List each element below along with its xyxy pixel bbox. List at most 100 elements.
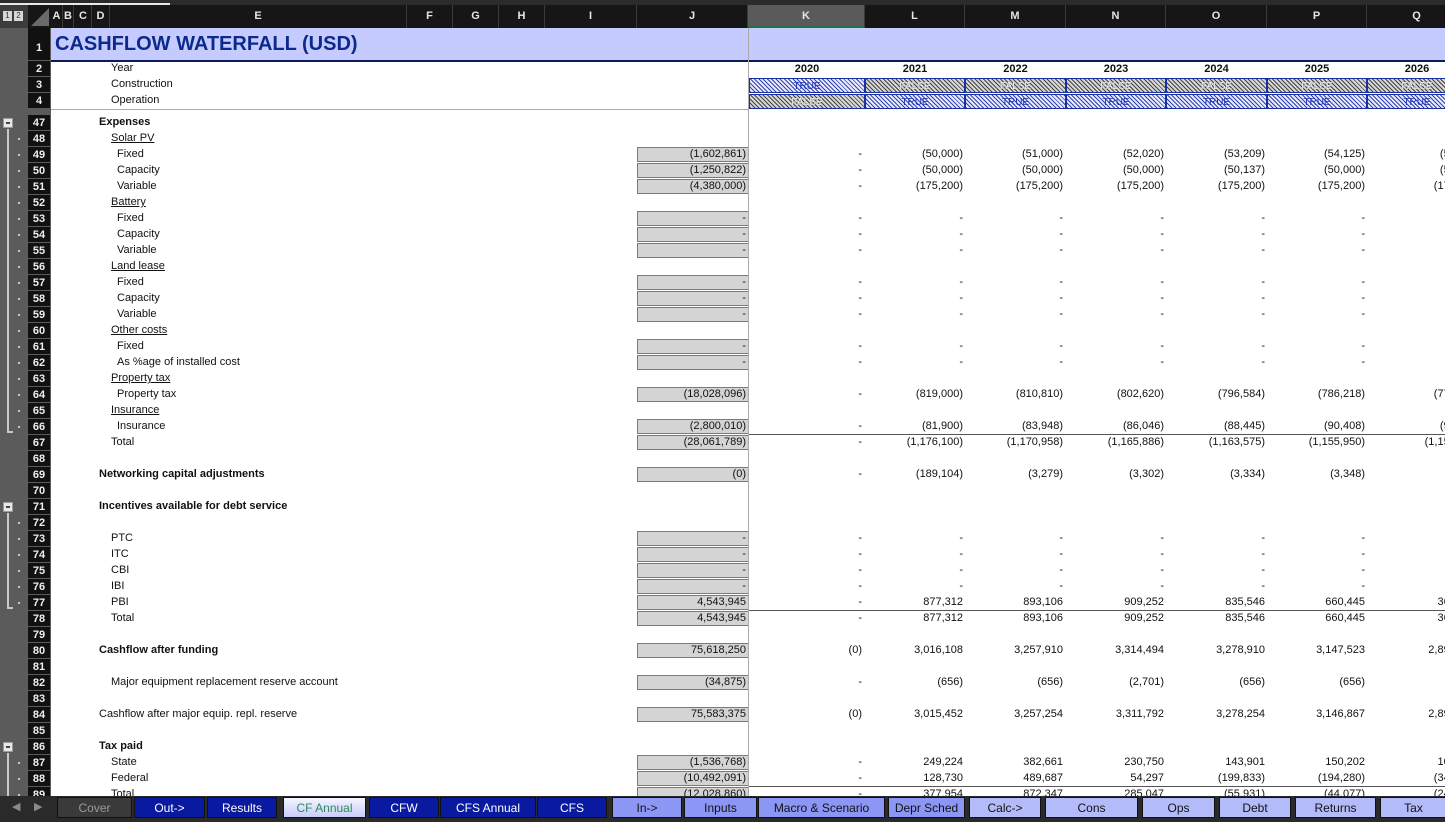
row-header-48[interactable]: 48 bbox=[28, 131, 50, 147]
sheet-tab[interactable]: CFS Annual bbox=[440, 797, 536, 818]
row-header-2[interactable]: 2 bbox=[28, 61, 50, 77]
outline-level-2-button[interactable]: 2 bbox=[14, 11, 23, 21]
sheet-tab[interactable]: Returns bbox=[1295, 797, 1376, 818]
row-label: Variable bbox=[117, 244, 157, 256]
row-header-82[interactable]: 82 bbox=[28, 675, 50, 691]
row-header-74[interactable]: 74 bbox=[28, 547, 50, 563]
row-header-68[interactable]: 68 bbox=[28, 451, 50, 467]
row-header-55[interactable]: 55 bbox=[28, 243, 50, 259]
sheet-tab[interactable]: In-> bbox=[612, 797, 682, 818]
row-header-80[interactable]: 80 bbox=[28, 643, 50, 659]
sheet-tab[interactable]: Out-> bbox=[134, 797, 205, 818]
row-header-65[interactable]: 65 bbox=[28, 403, 50, 419]
row-header-59[interactable]: 59 bbox=[28, 307, 50, 323]
row-header-4[interactable]: 4 bbox=[28, 93, 50, 109]
row-header-49[interactable]: 49 bbox=[28, 147, 50, 163]
year-value-cell: 835,546 bbox=[1225, 596, 1265, 608]
sheet-tab[interactable]: Tax bbox=[1380, 797, 1445, 818]
column-header-c[interactable]: C bbox=[75, 5, 92, 28]
column-header-o[interactable]: O bbox=[1166, 5, 1267, 28]
row-header-58[interactable]: 58 bbox=[28, 291, 50, 307]
column-header-m[interactable]: M bbox=[965, 5, 1066, 28]
row-header-71[interactable]: 71 bbox=[28, 499, 50, 515]
row-header-70[interactable]: 70 bbox=[28, 483, 50, 499]
row-header-61[interactable]: 61 bbox=[28, 339, 50, 355]
row-header-52[interactable]: 52 bbox=[28, 195, 50, 211]
sheet-tab[interactable]: CFS bbox=[537, 797, 607, 818]
column-header-b[interactable]: B bbox=[63, 5, 74, 28]
row-header-78[interactable]: 78 bbox=[28, 611, 50, 627]
column-header-j[interactable]: J bbox=[637, 5, 748, 28]
row-header-87[interactable]: 87 bbox=[28, 755, 50, 771]
row-header-51[interactable]: 51 bbox=[28, 179, 50, 195]
row-header-50[interactable]: 50 bbox=[28, 163, 50, 179]
row-header-85[interactable]: 85 bbox=[28, 723, 50, 739]
year-cell: 2026 bbox=[1404, 63, 1430, 75]
row-header-60[interactable]: 60 bbox=[28, 323, 50, 339]
sheet-tab[interactable]: Cons bbox=[1045, 797, 1138, 818]
row-header-57[interactable]: 57 bbox=[28, 275, 50, 291]
row-header-56[interactable]: 56 bbox=[28, 259, 50, 275]
row-header-79[interactable]: 79 bbox=[28, 627, 50, 643]
column-header-a[interactable]: A bbox=[51, 5, 63, 28]
row-header-84[interactable]: 84 bbox=[28, 707, 50, 723]
sheet-tab[interactable]: CFW bbox=[369, 797, 439, 818]
year-value-cell: - bbox=[1361, 276, 1365, 288]
column-header-e[interactable]: E bbox=[110, 5, 407, 28]
sheet-tab[interactable]: Cover bbox=[57, 797, 132, 818]
year-value-cell: - bbox=[1361, 580, 1365, 592]
tab-scroll-prev-button[interactable]: ◀ bbox=[12, 800, 20, 813]
row-header-63[interactable]: 63 bbox=[28, 371, 50, 387]
column-header-h[interactable]: H bbox=[499, 5, 545, 28]
row-header-75[interactable]: 75 bbox=[28, 563, 50, 579]
row-header-66[interactable]: 66 bbox=[28, 419, 50, 435]
tab-scroll-next-button[interactable]: ▶ bbox=[34, 800, 42, 813]
collapse-group-button[interactable] bbox=[3, 502, 13, 512]
year-value-cell: - bbox=[959, 276, 963, 288]
collapse-group-button[interactable] bbox=[3, 742, 13, 752]
row-header-67[interactable]: 67 bbox=[28, 435, 50, 451]
row-header-62[interactable]: 62 bbox=[28, 355, 50, 371]
row-header-72[interactable]: 72 bbox=[28, 515, 50, 531]
outline-level-1-button[interactable]: 1 bbox=[3, 11, 12, 21]
row-header-76[interactable]: 76 bbox=[28, 579, 50, 595]
sheet-tab[interactable]: Depr Sched bbox=[888, 797, 965, 818]
row-header-64[interactable]: 64 bbox=[28, 387, 50, 403]
row-header-81[interactable]: 81 bbox=[28, 659, 50, 675]
sheet-tab[interactable]: Debt bbox=[1219, 797, 1291, 818]
collapse-group-button[interactable] bbox=[3, 118, 13, 128]
lifetime-total-cell: (10,492,091) bbox=[637, 771, 748, 786]
year-value-cell: 3,147,523 bbox=[1316, 644, 1365, 656]
select-all-corner[interactable] bbox=[28, 5, 51, 28]
row-header-88[interactable]: 88 bbox=[28, 771, 50, 787]
row-header-1[interactable]: 1 bbox=[28, 28, 50, 61]
sheet-tab[interactable]: CF Annual bbox=[283, 797, 366, 818]
row-header-86[interactable]: 86 bbox=[28, 739, 50, 755]
year-value-cell: (656) bbox=[1239, 676, 1265, 688]
column-header-l[interactable]: L bbox=[865, 5, 965, 28]
row-header-3[interactable]: 3 bbox=[28, 77, 50, 93]
column-header-d[interactable]: D bbox=[92, 5, 110, 28]
row-header-54[interactable]: 54 bbox=[28, 227, 50, 243]
year-value-cell: - bbox=[1261, 532, 1265, 544]
sheet-tab[interactable]: Macro & Scenario bbox=[758, 797, 885, 818]
column-header-k[interactable]: K bbox=[748, 5, 865, 28]
column-header-p[interactable]: P bbox=[1267, 5, 1367, 28]
column-header-n[interactable]: N bbox=[1066, 5, 1166, 28]
row-header-53[interactable]: 53 bbox=[28, 211, 50, 227]
sheet-tab[interactable]: Results bbox=[207, 797, 277, 818]
column-header-q[interactable]: Q bbox=[1367, 5, 1445, 28]
sheet-tab[interactable]: Inputs bbox=[684, 797, 757, 818]
column-header-f[interactable]: F bbox=[407, 5, 453, 28]
row-header-77[interactable]: 77 bbox=[28, 595, 50, 611]
sheet-tab[interactable]: Calc-> bbox=[969, 797, 1041, 818]
row-header-83[interactable]: 83 bbox=[28, 691, 50, 707]
column-header-i[interactable]: I bbox=[545, 5, 637, 28]
row-header-73[interactable]: 73 bbox=[28, 531, 50, 547]
total-rule-line bbox=[748, 786, 1445, 787]
row-header-69[interactable]: 69 bbox=[28, 467, 50, 483]
outline-dot bbox=[18, 538, 20, 540]
column-header-g[interactable]: G bbox=[453, 5, 499, 28]
row-header-47[interactable]: 47 bbox=[28, 115, 50, 131]
sheet-tab[interactable]: Ops bbox=[1142, 797, 1215, 818]
